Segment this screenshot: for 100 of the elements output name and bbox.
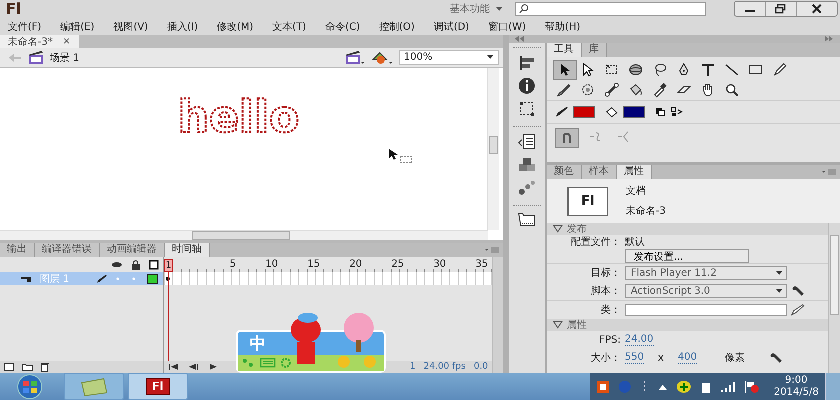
horizontal-scrollbar[interactable]	[0, 230, 488, 240]
search-icon	[519, 4, 529, 14]
ime-logo-icon[interactable]	[596, 380, 610, 394]
edit-scene-icon[interactable]	[345, 50, 365, 65]
panel-tab[interactable]: 库	[582, 43, 607, 57]
vertical-scrollbar[interactable]	[492, 257, 503, 373]
vertical-scrollbar[interactable]	[487, 68, 499, 230]
vertical-scrollbar[interactable]	[828, 223, 840, 373]
dropdown-caret-icon	[487, 55, 494, 60]
menu-item[interactable]: 文本(T)	[272, 20, 306, 34]
transform-panel-icon[interactable]	[517, 99, 537, 119]
show-hidden-icon[interactable]	[658, 382, 668, 390]
menu-item[interactable]: 插入(I)	[167, 20, 198, 34]
plus-badge-icon[interactable]	[676, 380, 692, 394]
menu-item[interactable]: 编辑(E)	[60, 20, 95, 34]
width-value[interactable]: 550	[625, 352, 644, 364]
document-icon: Fl	[567, 186, 608, 216]
search-field[interactable]	[515, 2, 706, 16]
frame-number: 10	[264, 258, 280, 272]
magnet-icon[interactable]	[555, 128, 579, 148]
scroll-thumb[interactable]	[489, 136, 498, 154]
scene-name: 场景 1	[50, 52, 80, 64]
menu-item[interactable]: 文件(F)	[8, 20, 42, 34]
play-icon[interactable]	[208, 363, 218, 371]
pencil-icon[interactable]	[555, 106, 569, 118]
menu-item[interactable]: 命令(C)	[325, 20, 360, 34]
section-header[interactable]: 发布	[547, 223, 828, 235]
signal-icon[interactable]	[720, 380, 736, 392]
panel-tab[interactable]: 输出	[0, 243, 35, 257]
close-tab-button[interactable]: ×	[62, 36, 71, 46]
default-colors-icon[interactable]	[655, 107, 667, 117]
color-swatch[interactable]	[623, 106, 645, 118]
lock-icon[interactable]	[131, 260, 142, 270]
motion-presets-icon[interactable]	[517, 178, 537, 198]
menu-item[interactable]: 窗口(W)	[488, 20, 526, 34]
dropdown[interactable]: ActionScript 3.0	[625, 284, 787, 298]
panel-tab[interactable]: 时间轴	[165, 243, 210, 257]
panel-tab[interactable]: 工具	[547, 43, 582, 57]
scroll-thumb[interactable]	[192, 231, 290, 240]
frame-number: 20	[348, 258, 364, 272]
menu-item[interactable]: 调试(D)	[434, 20, 470, 34]
expanded-triangle-icon	[553, 225, 563, 233]
swap-colors-icon[interactable]	[671, 107, 683, 117]
paint-bucket-icon[interactable]	[605, 106, 619, 118]
panel-tab[interactable]: 编译器错误	[35, 243, 100, 257]
playhead[interactable]: 1	[164, 259, 174, 272]
pencil-icon[interactable]	[791, 304, 805, 316]
code-snippets-icon[interactable]	[517, 132, 537, 152]
frame-rate: 24.00 fps	[424, 362, 466, 372]
trash-icon[interactable]	[40, 362, 50, 372]
panel-menu-icon[interactable]	[485, 246, 499, 254]
wrench-icon[interactable]	[791, 285, 805, 297]
app-icon: Fl	[146, 378, 170, 395]
panel-tab[interactable]: 颜色	[547, 165, 582, 179]
panel-tab[interactable]: 动画编辑器	[100, 243, 165, 257]
dropdown-caret-icon	[496, 6, 503, 12]
info-icon[interactable]	[517, 76, 537, 96]
taskbar-app-button[interactable]: Fl	[128, 373, 188, 400]
scroll-thumb[interactable]	[830, 235, 839, 315]
menu-item[interactable]: 视图(V)	[114, 20, 148, 34]
dropdown-caret-icon	[772, 287, 784, 295]
panel-tab[interactable]: 样本	[582, 165, 617, 179]
fps-value[interactable]: 24.00	[625, 334, 654, 346]
menu-item[interactable]: 修改(M)	[217, 20, 254, 34]
outline-icon[interactable]	[149, 260, 160, 270]
dropdown-caret-icon	[772, 269, 784, 277]
class-input[interactable]	[625, 304, 787, 316]
wrench-icon[interactable]	[769, 352, 784, 364]
panel-menu-icon[interactable]	[822, 168, 836, 176]
clock-time: 9:00	[785, 374, 808, 386]
publish-settings-button[interactable]: 发布设置...	[625, 249, 749, 263]
workspace-dropdown[interactable]: 基本功能	[450, 2, 503, 16]
expanded-triangle-icon	[553, 321, 563, 329]
field-label: 配置文件：	[570, 236, 621, 249]
dots-icon[interactable]	[242, 358, 256, 368]
new-layer-icon[interactable]	[4, 362, 16, 372]
field-label: 目标：	[590, 266, 621, 280]
first-frame-icon[interactable]	[168, 363, 180, 371]
menu-item[interactable]: 控制(O)	[379, 20, 415, 34]
dropdown[interactable]: Flash Player 11.2	[625, 266, 787, 280]
align-icon[interactable]	[517, 53, 537, 73]
menu-item[interactable]: 帮助(H)	[545, 20, 580, 34]
eye-icon[interactable]	[111, 260, 124, 268]
layer-color-swatch[interactable]	[147, 274, 158, 284]
clock[interactable]: 9:00 2014/5/8	[774, 374, 819, 398]
zoom-dropdown[interactable]: 100%	[399, 50, 499, 65]
previous-frame-icon[interactable]	[188, 363, 200, 371]
clapperboard-icon	[28, 50, 44, 65]
layer-icon	[20, 274, 32, 282]
section-header[interactable]: 属性	[547, 319, 828, 331]
frame-number: 5	[228, 258, 238, 272]
height-value[interactable]: 400	[678, 352, 698, 364]
clock-date: 2014/5/8	[774, 386, 819, 398]
flag-icon[interactable]	[744, 380, 760, 394]
color-swatch[interactable]	[573, 106, 595, 118]
document-tab[interactable]: 未命名-3* ×	[0, 35, 79, 48]
frame-number: 25	[390, 258, 406, 272]
panel-tab[interactable]: 属性	[617, 165, 652, 179]
edit-symbols-icon[interactable]	[371, 50, 393, 65]
elapsed-time: 0.0	[474, 362, 488, 372]
